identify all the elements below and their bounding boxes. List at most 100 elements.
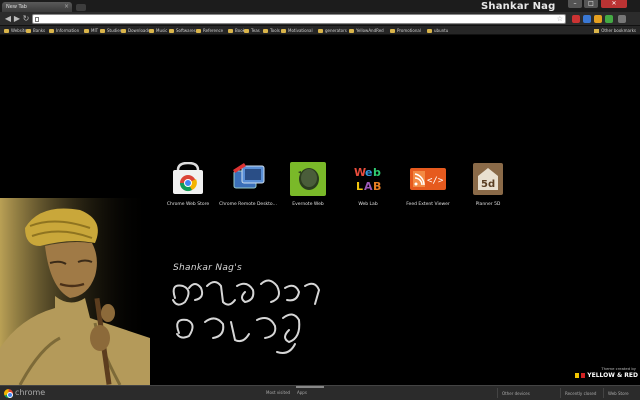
app-planner-5d[interactable]: 5d Planner 5D (458, 162, 518, 207)
folder-icon (49, 29, 54, 33)
bookmark-item[interactable]: YellowAndRed (349, 27, 384, 34)
extension-icon[interactable] (594, 15, 602, 23)
svg-text:A: A (364, 180, 373, 193)
bookmark-label: Tools (270, 28, 280, 33)
extension-icon[interactable] (605, 15, 613, 23)
extension-icon[interactable] (572, 15, 580, 23)
app-chrome-web-store[interactable]: Chrome Web Store (158, 161, 218, 207)
bookmark-item[interactable]: Motivational (281, 27, 313, 34)
svg-text:L: L (356, 180, 363, 193)
bookmark-item[interactable]: Softwares (169, 27, 196, 34)
app-label: Chrome Remote Deskto... (219, 202, 277, 207)
bookmark-label: Softwares (176, 28, 196, 33)
folder-icon (100, 29, 105, 33)
bookmark-star-icon[interactable]: ☆ (557, 15, 563, 23)
bookmark-item[interactable]: ubuntu (427, 27, 448, 34)
bookmark-label: MIT (91, 28, 99, 33)
bookmark-item[interactable]: Promotional (390, 27, 421, 34)
recently-closed-menu[interactable]: Recently closed (565, 391, 596, 396)
svg-text:e: e (365, 166, 372, 179)
extension-icon[interactable] (583, 15, 591, 23)
theme-photo (0, 198, 150, 386)
tab-strip: New Tab × Shankar Nag – □ ✕ (0, 0, 640, 12)
bookmark-label: generators (325, 28, 347, 33)
minimize-icon: – (573, 0, 577, 7)
bookmark-label: Teas (251, 28, 260, 33)
page-icon (35, 17, 39, 22)
kannada-calligraphy (165, 278, 365, 363)
web-store-link[interactable]: Web Store (608, 391, 629, 396)
most-visited-tab[interactable]: Most visited (266, 390, 290, 395)
maximize-button[interactable]: □ (584, 0, 598, 8)
bookmark-item[interactable]: Music (149, 27, 167, 34)
bookmark-item[interactable]: Studies (100, 27, 122, 34)
planner-5d-icon: 5d (470, 162, 506, 196)
chrome-logo-icon (4, 389, 13, 398)
app-web-lab[interactable]: W e b L A B Web Lab (338, 162, 398, 207)
folder-icon (281, 29, 286, 33)
chrome-remote-desktop-icon (230, 162, 266, 196)
folder-icon (427, 29, 432, 33)
evernote-icon (290, 162, 326, 196)
credit-brand: YELLOW & RED (562, 372, 638, 379)
bookmark-item[interactable]: Downloads (121, 27, 150, 34)
chrome-wordmark: chrome (15, 388, 46, 397)
app-label: Chrome Web Store (166, 202, 210, 207)
bookmark-item[interactable]: Information (49, 27, 79, 34)
tab-close-icon[interactable]: × (64, 3, 69, 10)
divider (603, 388, 604, 398)
bookmark-item[interactable]: Reference (196, 27, 223, 34)
credit-brand-label: YELLOW & RED (587, 372, 638, 379)
bookmark-label: Website (11, 28, 27, 33)
bookmark-label: Banks (33, 28, 46, 33)
app-evernote-web[interactable]: Evernote Web (278, 162, 338, 207)
tab-title: New Tab (6, 4, 27, 10)
divider (497, 388, 498, 398)
folder-icon (149, 29, 154, 33)
folder-icon (318, 29, 323, 33)
tab-new-tab[interactable]: New Tab × (2, 2, 72, 12)
window-title: Shankar Nag (481, 1, 556, 12)
bookmark-item[interactable]: Banks (26, 27, 45, 34)
credit-text: Theme created by (601, 366, 636, 371)
bookmark-label: Motivational (288, 28, 313, 33)
toolbar: ◀ ▶ ↻ ☆ (0, 12, 640, 33)
bookmark-item[interactable]: MIT (84, 27, 98, 34)
close-icon: ✕ (611, 0, 617, 7)
other-bookmarks[interactable]: Other bookmarks (594, 27, 636, 34)
ntp-footer: chrome Most visited Apps Other devices R… (0, 385, 640, 400)
app-feed-viewer[interactable]: </> Feed Extent Viewer (398, 162, 458, 207)
svg-text:b: b (373, 166, 381, 179)
app-label: Evernote Web (292, 202, 324, 207)
bookmark-label: YellowAndRed (356, 28, 384, 33)
wrench-menu-icon[interactable] (618, 15, 626, 23)
apps-tab[interactable]: Apps (297, 390, 307, 395)
close-window-button[interactable]: ✕ (601, 0, 627, 8)
folder-icon (26, 29, 31, 33)
app-label: Web Lab (358, 202, 378, 207)
svg-text:</>: </> (427, 176, 444, 186)
reload-button[interactable]: ↻ (21, 14, 31, 24)
other-devices-menu[interactable]: Other devices (502, 391, 530, 396)
svg-text:5d: 5d (481, 179, 495, 190)
folder-icon (196, 29, 201, 33)
new-tab-button[interactable] (76, 4, 86, 11)
web-lab-icon: W e b L A B (350, 162, 386, 196)
bookmark-item[interactable]: generators (318, 27, 347, 34)
svg-text:B: B (373, 180, 381, 193)
bookmark-label: ubuntu (434, 28, 449, 33)
bookmark-label: Downloads (128, 28, 150, 33)
folder-icon (263, 29, 268, 33)
other-bookmarks-label: Other bookmarks (601, 28, 636, 33)
folder-icon (594, 29, 600, 33)
bookmark-item[interactable]: Tools (263, 27, 280, 34)
divider (560, 388, 561, 398)
app-chrome-remote-desktop[interactable]: Chrome Remote Deskto... (218, 162, 278, 207)
bookmark-item[interactable]: Teas (244, 27, 260, 34)
omnibox[interactable]: ☆ (32, 14, 566, 33)
minimize-button[interactable]: – (568, 0, 582, 8)
folder-icon (4, 29, 9, 33)
bookmark-item[interactable]: Website (4, 27, 27, 34)
app-label: Feed Extent Viewer (406, 202, 450, 207)
folder-icon (84, 29, 89, 33)
